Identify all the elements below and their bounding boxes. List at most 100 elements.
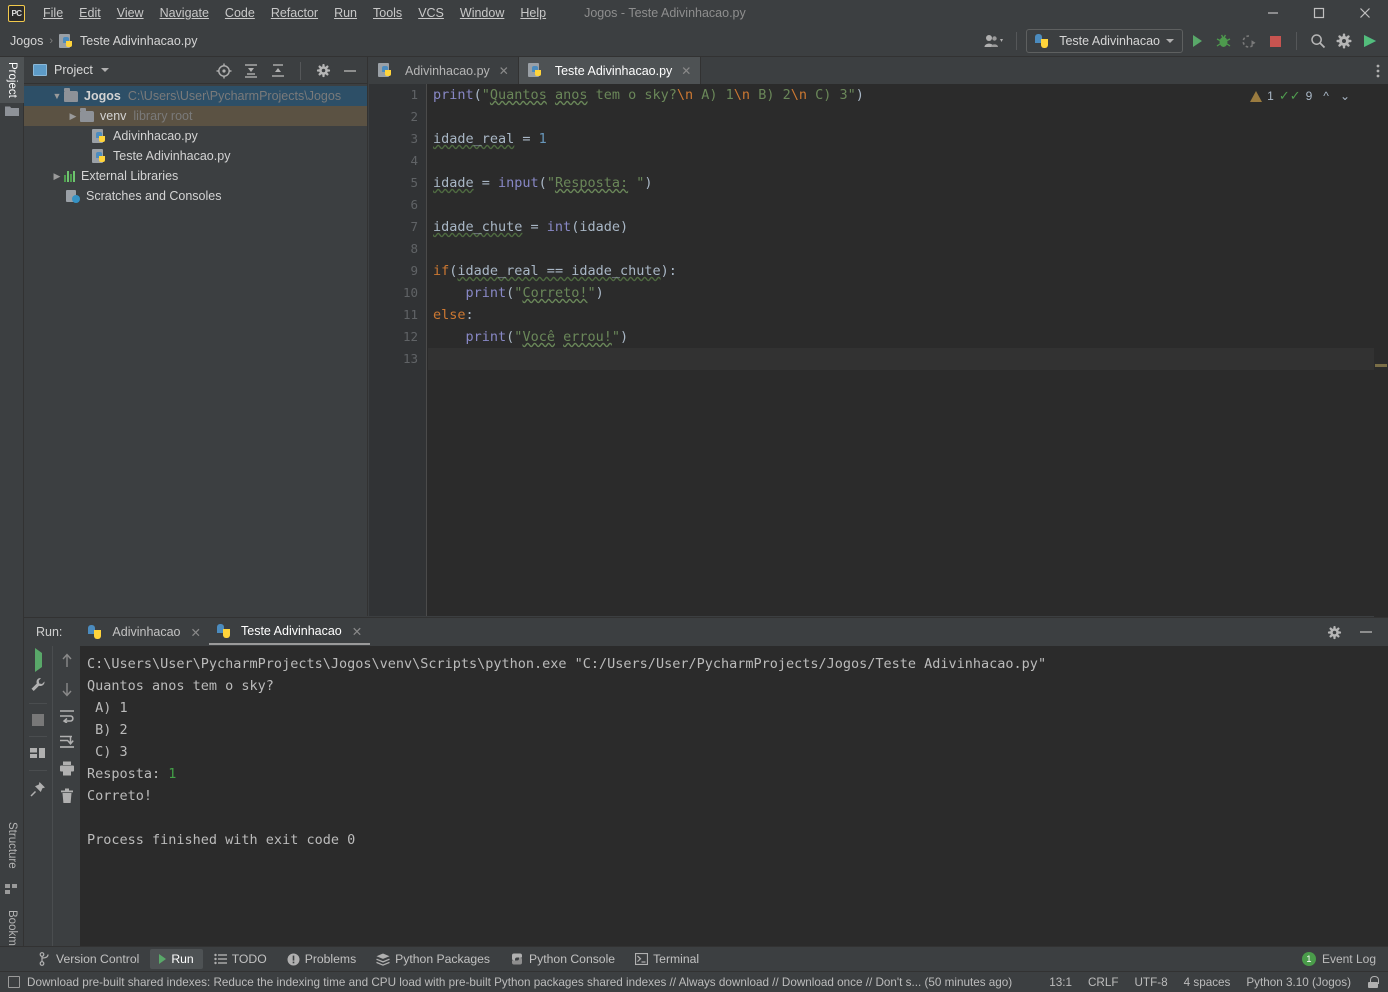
tree-node-adivinhacao-py[interactable]: Adivinhacao.py [24,126,367,146]
menu-item-view[interactable]: View [109,3,152,23]
menu-item-file[interactable]: File [35,3,71,23]
settings-gear-button[interactable] [1332,29,1356,53]
run-tab-adivinhacao[interactable]: Adivinhacao ✕ [80,621,209,644]
editor-tab-adivinhacao[interactable]: Adivinhacao.py ✕ [369,57,519,84]
maximize-button[interactable] [1296,0,1342,26]
inspection-widget[interactable]: 1 ✓✓ 9 ^ ⌄ [1250,88,1350,104]
read-only-lock-icon[interactable] [1367,976,1379,988]
debug-button[interactable] [1211,29,1235,53]
menu-item-window[interactable]: Window [452,3,512,23]
expand-all-icon[interactable] [239,59,263,83]
menu-item-vcs[interactable]: VCS [410,3,452,23]
hide-panel-icon[interactable] [338,59,362,83]
settings-gear-icon[interactable] [1322,620,1346,644]
select-opened-file-icon[interactable] [212,59,236,83]
stop-button[interactable] [1263,29,1287,53]
code-line-3[interactable]: idade_real = 1 [428,128,1388,150]
minimize-button[interactable] [1250,0,1296,26]
code-line-6[interactable] [428,194,1388,216]
menu-item-run[interactable]: Run [326,3,365,23]
tree-node-external-libraries[interactable]: ▶ External Libraries [24,166,367,186]
menu-item-tools[interactable]: Tools [365,3,410,23]
code-line-4[interactable] [428,150,1388,172]
run-tab-teste-adivinhacao[interactable]: Teste Adivinhacao ✕ [209,620,371,645]
ide-updates-button[interactable] [1358,29,1382,53]
code-line-5[interactable]: idade = input("Resposta: ") [428,172,1388,194]
editor-marker-bar[interactable] [1374,111,1388,643]
run-with-coverage-button[interactable] [1237,29,1261,53]
code-editor[interactable]: 1 2 3 4 5 6 7 8 9 10 11 12 13 print("Qua… [369,84,1388,643]
collapse-all-icon[interactable] [266,59,290,83]
code-lines[interactable]: print("Quantos anos tem o sky?\n A) 1\n … [428,84,1388,616]
code-line-7[interactable]: idade_chute = int(idade) [428,216,1388,238]
edit-configuration-button[interactable] [30,677,46,693]
user-account-icon[interactable] [981,29,1007,53]
line-separator[interactable]: CRLF [1088,976,1119,989]
search-everywhere-button[interactable] [1306,29,1330,53]
status-message[interactable]: Download pre-built shared indexes: Reduc… [27,976,1012,989]
editor-tab-teste-adivinhacao[interactable]: Teste Adivinhacao.py ✕ [518,57,702,84]
code-line-9[interactable]: if(idade_real == idade_chute): [428,260,1388,282]
scroll-down-button[interactable] [60,681,74,697]
menu-item-refactor[interactable]: Refactor [263,3,326,23]
close-button[interactable] [1342,0,1388,26]
soft-wrap-button[interactable] [59,709,75,723]
sidebar-item-structure[interactable]: Structure [0,817,24,874]
tab-python-packages[interactable]: Python Packages [367,949,499,969]
code-line-13[interactable] [428,348,1388,370]
run-configuration-selector[interactable]: Teste Adivinhacao [1026,29,1183,53]
indent-setting[interactable]: 4 spaces [1184,976,1231,989]
hide-panel-icon[interactable] [1354,620,1378,644]
caret-position[interactable]: 13:1 [1049,976,1072,989]
tree-node-jogos[interactable]: ▼ Jogos C:\Users\User\PycharmProjects\Jo… [24,86,367,106]
python-interpreter[interactable]: Python 3.10 (Jogos) [1246,976,1351,989]
settings-gear-icon[interactable] [311,59,335,83]
run-button[interactable] [1185,29,1209,53]
tab-todo[interactable]: TODO [205,949,276,969]
tab-version-control[interactable]: Version Control [30,949,148,969]
menu-item-navigate[interactable]: Navigate [152,3,217,23]
chevron-down-icon[interactable] [100,68,109,72]
sidebar-item-project[interactable]: Project [0,57,24,103]
rerun-button[interactable] [34,648,42,672]
breadcrumb-file[interactable]: Teste Adivinhacao.py [59,33,197,49]
menu-item-help[interactable]: Help [512,3,554,23]
menu-item-edit[interactable]: Edit [71,3,109,23]
event-log-button[interactable]: 1 Event Log [1301,952,1388,966]
close-icon[interactable]: ✕ [191,625,201,640]
marker-stripe[interactable] [1375,364,1387,367]
folder-icon[interactable] [5,105,19,119]
code-line-1[interactable]: print("Quantos anos tem o sky?\n A) 1\n … [428,84,1388,106]
code-line-11[interactable]: else: [428,304,1388,326]
scroll-up-button[interactable] [60,653,74,669]
breadcrumb-project[interactable]: Jogos [10,34,43,48]
close-icon[interactable]: ✕ [499,64,509,78]
close-icon[interactable]: ✕ [352,624,362,639]
tab-run[interactable]: Run [150,949,203,969]
status-message-area[interactable]: Download pre-built shared indexes: Reduc… [0,976,1012,989]
run-console-output[interactable]: C:\Users\User\PycharmProjects\Jogos\venv… [80,646,1388,947]
clear-all-button[interactable] [60,788,74,804]
code-line-2[interactable] [428,106,1388,128]
tree-collapse-arrow-icon[interactable]: ▶ [50,171,64,182]
code-line-12[interactable]: print("Você errou!") [428,326,1388,348]
tab-python-console[interactable]: Python Console [501,949,624,969]
tab-terminal[interactable]: Terminal [626,949,708,969]
print-button[interactable] [59,761,75,776]
code-line-8[interactable] [428,238,1388,260]
file-encoding[interactable]: UTF-8 [1134,976,1167,989]
tree-collapse-arrow-icon[interactable]: ▶ [66,111,80,122]
tree-node-venv[interactable]: ▶ venv library root [24,106,367,126]
code-line-10[interactable]: print("Correto!") [428,282,1388,304]
layout-button[interactable] [30,747,46,760]
pin-tab-button[interactable] [30,781,46,797]
tree-expand-arrow-icon[interactable]: ▼ [50,91,64,101]
menu-item-code[interactable]: Code [217,3,263,23]
scroll-to-end-button[interactable] [59,735,75,749]
tree-node-scratches-and-consoles[interactable]: Scratches and Consoles [24,186,367,206]
previous-highlight-icon[interactable]: ^ [1323,89,1329,103]
stop-process-button[interactable] [32,714,44,726]
editor-tab-options[interactable] [1376,57,1388,84]
tab-problems[interactable]: Problems [278,949,365,969]
tree-node-teste-adivinhacao-py[interactable]: Teste Adivinhacao.py [24,146,367,166]
